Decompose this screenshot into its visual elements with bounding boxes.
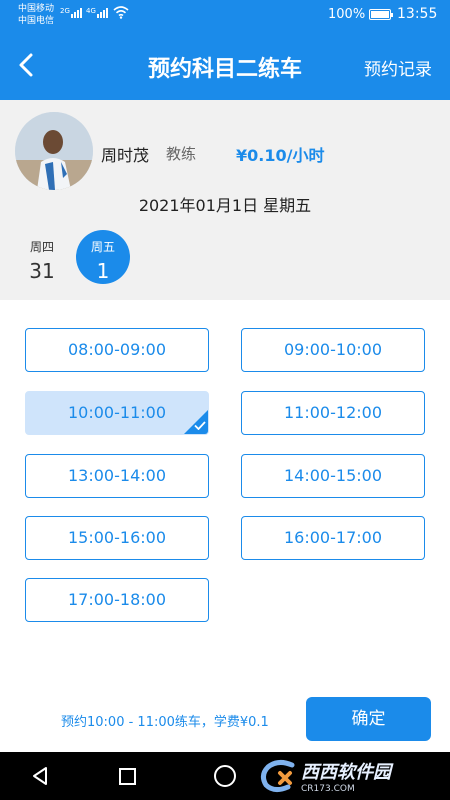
time-slot-selected[interactable]: 10:00-11:00 (25, 391, 209, 435)
day-thursday[interactable]: 周四 31 (15, 230, 69, 284)
clock: 13:55 (397, 6, 438, 22)
price-per-hour: ¥0.10/小时 (236, 146, 325, 165)
network-type-1: 2G (60, 7, 70, 15)
time-slot[interactable]: 11:00-12:00 (241, 391, 425, 435)
time-slot-label: 10:00-11:00 (68, 403, 166, 422)
time-slot[interactable]: 14:00-15:00 (241, 454, 425, 498)
coach-panel: 周时茂 教练 ¥0.10/小时 2021年01月1日 星期五 周四 31 周五 … (0, 100, 450, 300)
day-number: 1 (96, 259, 110, 283)
time-slot[interactable]: 16:00-17:00 (241, 516, 425, 560)
status-bar: 中国移动 中国电信 2G 4G 100% 13:55 (0, 0, 450, 30)
signal-icon (97, 6, 108, 18)
booking-summary: 预约10:00 - 11:00练车，学费¥0.1 (61, 715, 269, 730)
check-icon (194, 421, 206, 430)
coach-role: 教练 (166, 145, 197, 163)
carrier-2: 中国电信 (18, 16, 55, 26)
records-button[interactable]: 预约记录 (364, 55, 432, 80)
day-friday[interactable]: 周五 1 (76, 230, 130, 284)
system-nav-bar: 西西软件园 CR173.COM (0, 752, 450, 800)
battery-icon (369, 9, 393, 20)
time-slot[interactable]: 17:00-18:00 (25, 578, 209, 622)
network-type-2: 4G (86, 7, 96, 15)
watermark-sub: CR173.COM (301, 784, 355, 794)
time-slot[interactable]: 08:00-09:00 (25, 328, 209, 372)
battery-percent: 100% (328, 7, 366, 22)
watermark-logo-icon (260, 759, 295, 793)
watermark: 西西软件园 CR173.COM (258, 758, 391, 794)
watermark-text: 西西软件园 (301, 762, 391, 783)
carrier-info: 中国移动 中国电信 (18, 3, 54, 27)
circle-home-icon[interactable] (214, 765, 236, 787)
day-number: 31 (29, 259, 55, 283)
coach-photo (15, 112, 93, 190)
time-slot[interactable]: 09:00-10:00 (241, 328, 425, 372)
square-recent-icon[interactable] (119, 768, 136, 785)
avatar (15, 112, 93, 190)
time-slot[interactable]: 13:00-14:00 (25, 454, 209, 498)
time-slot[interactable]: 15:00-16:00 (25, 516, 209, 560)
day-weekday: 周四 (29, 240, 54, 254)
signal-icon (71, 6, 82, 18)
carrier-1: 中国移动 (18, 4, 55, 14)
triangle-back-icon[interactable] (30, 766, 50, 786)
wifi-icon (113, 6, 129, 19)
nav-bar: 预约科目二练车 预约记录 (0, 30, 450, 100)
confirm-button[interactable]: 确定 (306, 697, 431, 741)
day-weekday: 周五 (90, 240, 115, 254)
coach-name: 周时茂 (101, 146, 150, 165)
selected-date: 2021年01月1日 星期五 (138, 196, 312, 215)
